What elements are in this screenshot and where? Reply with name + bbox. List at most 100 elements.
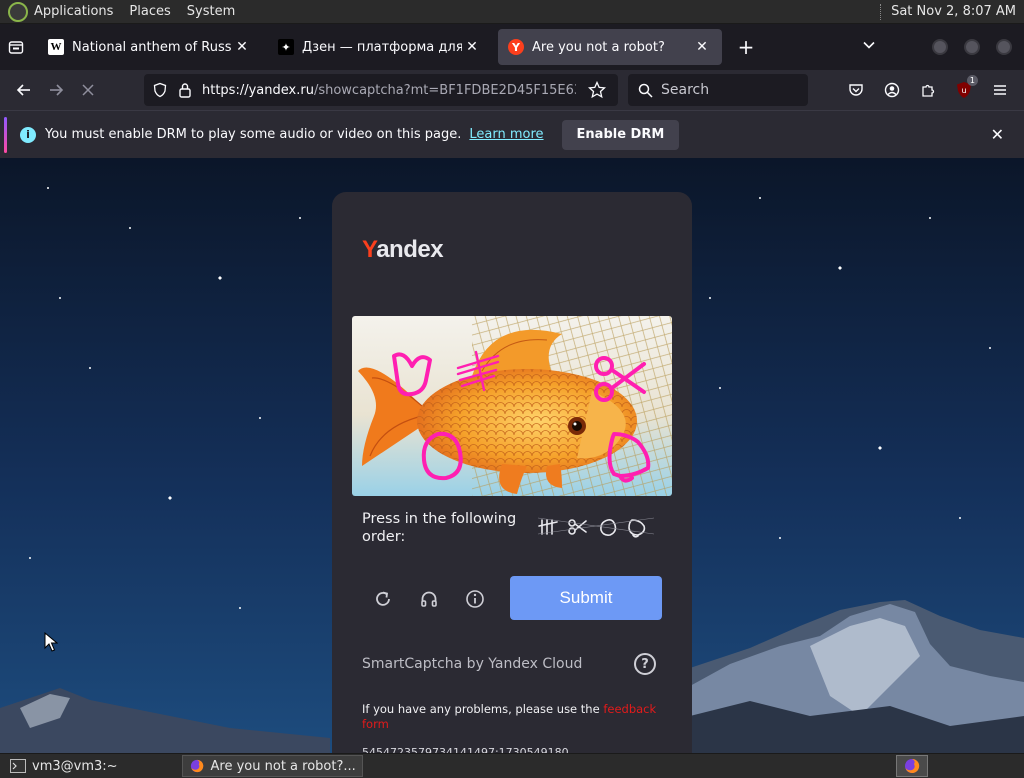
reload-button[interactable] bbox=[72, 74, 104, 106]
puzzle-icon bbox=[922, 84, 935, 97]
svg-text:u: u bbox=[961, 86, 966, 95]
url-text: https://yandex.ru/showcaptcha?mt=BF1FDBE… bbox=[202, 83, 576, 98]
tab-captcha[interactable]: Y Are you not a robot? ✕ bbox=[498, 29, 722, 65]
stop-icon bbox=[82, 84, 94, 96]
info-button[interactable] bbox=[464, 588, 486, 610]
search-input[interactable]: Search bbox=[628, 74, 808, 106]
chevron-down-icon bbox=[863, 41, 875, 49]
url-bar[interactable]: https://yandex.ru/showcaptcha?mt=BF1FDBE… bbox=[144, 74, 618, 106]
tab-title: Дзен — платформа для пр... bbox=[302, 39, 462, 55]
app-menu-button[interactable] bbox=[984, 74, 1016, 106]
firefox-view-button[interactable] bbox=[0, 31, 32, 63]
taskbar-item-terminal[interactable]: vm3@vm3:~ bbox=[4, 755, 124, 777]
close-window-button[interactable] bbox=[996, 39, 1012, 55]
info-icon: i bbox=[20, 126, 36, 143]
firefox-view-icon bbox=[8, 41, 24, 54]
audio-challenge-button[interactable] bbox=[418, 588, 440, 610]
dzen-favicon-icon: ✦ bbox=[278, 39, 294, 55]
lock-icon[interactable] bbox=[178, 82, 192, 98]
request-id: 5454723579734141497:1730549180 bbox=[362, 746, 569, 753]
search-icon bbox=[638, 83, 653, 98]
help-icon[interactable]: ? bbox=[634, 653, 656, 675]
refresh-icon bbox=[376, 591, 390, 606]
shield-icon[interactable] bbox=[152, 82, 168, 98]
problems-text: If you have any problems, please use the… bbox=[362, 702, 662, 732]
search-placeholder: Search bbox=[661, 82, 710, 98]
headphones-icon bbox=[421, 591, 437, 607]
places-menu[interactable]: Places bbox=[129, 4, 170, 19]
info-circle-icon bbox=[466, 590, 484, 608]
minimize-button[interactable] bbox=[932, 39, 948, 55]
page-background: Yandex Press in the following order: Sub… bbox=[0, 158, 1024, 753]
hamburger-menu-icon bbox=[994, 85, 1006, 95]
bell-icon bbox=[628, 519, 646, 538]
workspace-switcher[interactable] bbox=[896, 755, 928, 777]
captcha-order-hint bbox=[537, 514, 655, 538]
drm-message: You must enable DRM to play some audio o… bbox=[45, 127, 462, 142]
close-tab-icon[interactable]: ✕ bbox=[462, 39, 482, 55]
scissors-icon bbox=[568, 519, 587, 535]
captcha-tools bbox=[372, 588, 486, 610]
bookmark-star-icon[interactable] bbox=[588, 81, 606, 99]
panel-separator bbox=[880, 3, 883, 20]
yandex-favicon-icon: Y bbox=[508, 39, 524, 55]
logo-letter: Y bbox=[362, 236, 377, 263]
drm-notification-bar: i You must enable DRM to play some audio… bbox=[0, 110, 1024, 158]
window-controls bbox=[932, 39, 1012, 55]
terminal-icon bbox=[10, 759, 26, 773]
close-icon[interactable]: ✕ bbox=[991, 125, 1004, 144]
taskbar-item-label: vm3@vm3:~ bbox=[32, 758, 118, 774]
learn-more-link[interactable]: Learn more bbox=[469, 127, 543, 142]
tab-bar: W National anthem of Russia – Wikipedia … bbox=[0, 24, 1024, 70]
firefox-icon bbox=[905, 758, 920, 773]
mouse-cursor-icon bbox=[44, 632, 58, 652]
tab-wikipedia[interactable]: W National anthem of Russia – Wikipedia … bbox=[38, 29, 262, 65]
taskbar-item-firefox[interactable]: Are you not a robot?... bbox=[181, 755, 363, 777]
toolbar-buttons: u 1 bbox=[840, 74, 1016, 106]
order-icons-strip bbox=[537, 517, 655, 538]
mountain-illustration bbox=[690, 600, 1024, 753]
ublock-badge: 1 bbox=[966, 75, 978, 86]
yandex-logo: Yandex bbox=[362, 236, 444, 264]
problems-message: If you have any problems, please use the bbox=[362, 702, 600, 716]
url-host: https://yandex.ru bbox=[202, 82, 314, 98]
distro-logo-icon[interactable] bbox=[8, 1, 28, 22]
account-button[interactable] bbox=[876, 74, 908, 106]
applications-menu[interactable]: Applications bbox=[34, 4, 113, 19]
list-all-tabs-button[interactable] bbox=[862, 38, 876, 56]
top-panel: Applications Places System Sat Nov 2, 8:… bbox=[0, 0, 1024, 24]
close-tab-icon[interactable]: ✕ bbox=[232, 39, 252, 55]
close-tab-icon[interactable]: ✕ bbox=[692, 39, 712, 55]
taskbar-item-label: Are you not a robot?... bbox=[210, 758, 356, 774]
notification-accent bbox=[4, 117, 7, 153]
url-path: /showcaptcha?mt=BF1FDBE2D45F15E63FB bbox=[313, 82, 576, 98]
goldfish-illustration bbox=[352, 316, 672, 496]
new-tab-button[interactable]: + bbox=[732, 35, 760, 59]
maximize-button[interactable] bbox=[964, 39, 980, 55]
ublock-button[interactable]: u 1 bbox=[948, 74, 980, 106]
firefox-icon bbox=[190, 759, 203, 773]
refresh-button[interactable] bbox=[372, 588, 394, 610]
system-menu[interactable]: System bbox=[187, 4, 235, 19]
wikipedia-favicon-icon: W bbox=[48, 39, 64, 55]
captcha-card: Yandex Press in the following order: Sub… bbox=[332, 192, 692, 753]
captcha-instruction: Press in the following order: bbox=[362, 511, 517, 545]
smartcaptcha-brand: SmartCaptcha by Yandex Cloud bbox=[362, 656, 583, 672]
back-button[interactable] bbox=[8, 74, 40, 106]
extensions-button[interactable] bbox=[912, 74, 944, 106]
forward-button[interactable] bbox=[40, 74, 72, 106]
tab-title: Are you not a robot? bbox=[532, 39, 665, 55]
back-arrow-icon bbox=[16, 84, 30, 96]
pocket-button[interactable] bbox=[840, 74, 872, 106]
clock[interactable]: Sat Nov 2, 8:07 AM bbox=[891, 4, 1016, 19]
account-icon bbox=[884, 82, 900, 98]
forward-arrow-icon bbox=[50, 84, 64, 96]
captcha-image[interactable] bbox=[352, 316, 672, 496]
enable-drm-button[interactable]: Enable DRM bbox=[561, 119, 680, 150]
tab-title: National anthem of Russia – Wikipedia bbox=[72, 39, 232, 55]
taskbar: vm3@vm3:~ Are you not a robot?... bbox=[0, 753, 1024, 778]
submit-button[interactable]: Submit bbox=[510, 576, 662, 620]
pocket-icon bbox=[849, 84, 863, 96]
tab-dzen[interactable]: ✦ Дзен — платформа для пр... ✕ bbox=[268, 29, 492, 65]
mountain-illustration bbox=[0, 688, 330, 753]
